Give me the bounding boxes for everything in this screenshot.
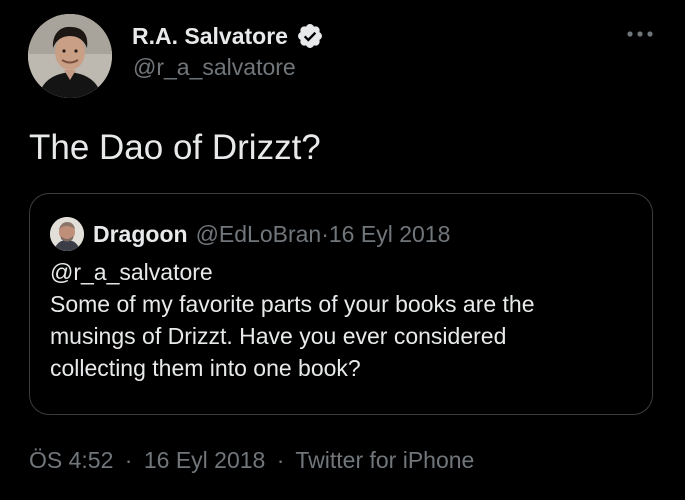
quoted-author-handle[interactable]: @EdLoBran (196, 221, 322, 248)
quoted-tweet-card[interactable]: Dragoon @EdLoBran · 16 Eyl 2018 @r_a_sal… (29, 193, 653, 415)
more-options-icon (627, 31, 653, 37)
quoted-tweet-text-line: Some of my favorite parts of your books … (50, 291, 535, 317)
quoted-tweet-header: Dragoon @EdLoBran · 16 Eyl 2018 (50, 214, 450, 254)
author-handle[interactable]: @r_a_salvatore (133, 54, 296, 81)
quoted-tweet-text-line: collecting them into one book? (50, 355, 361, 381)
footer-separator: · (124, 447, 133, 473)
author-name[interactable]: R.A. Salvatore (132, 23, 288, 50)
tweet-metadata: ÖS 4:52 · 16 Eyl 2018 · Twitter for iPho… (29, 447, 474, 474)
tweet: R.A. Salvatore @r_a_salvatore The Dao of… (0, 0, 685, 500)
quoted-tweet-date[interactable]: 16 Eyl 2018 (329, 221, 450, 248)
tweet-time[interactable]: ÖS 4:52 (29, 447, 113, 473)
more-options-button[interactable] (622, 22, 658, 46)
verified-badge-icon (297, 24, 322, 48)
author-name-row: R.A. Salvatore (132, 20, 324, 52)
author-avatar[interactable] (28, 14, 112, 98)
footer-separator: · (276, 447, 285, 473)
quoted-tweet-text: @r_a_salvatore Some of my favorite parts… (50, 256, 640, 384)
quoted-author-avatar[interactable] (50, 217, 84, 251)
tweet-text: The Dao of Drizzt? (29, 128, 321, 167)
quoted-tweet-mention[interactable]: @r_a_salvatore (50, 256, 640, 288)
quoted-meta-separator: · (321, 220, 329, 247)
tweet-date[interactable]: 16 Eyl 2018 (144, 447, 265, 473)
tweet-source-link[interactable]: Twitter for iPhone (295, 447, 474, 473)
quoted-tweet-text-line: musings of Drizzt. Have you ever conside… (50, 323, 507, 349)
quoted-author-name[interactable]: Dragoon (93, 221, 188, 248)
author-avatar-image (28, 14, 112, 98)
quoted-author-avatar-image (50, 217, 84, 251)
